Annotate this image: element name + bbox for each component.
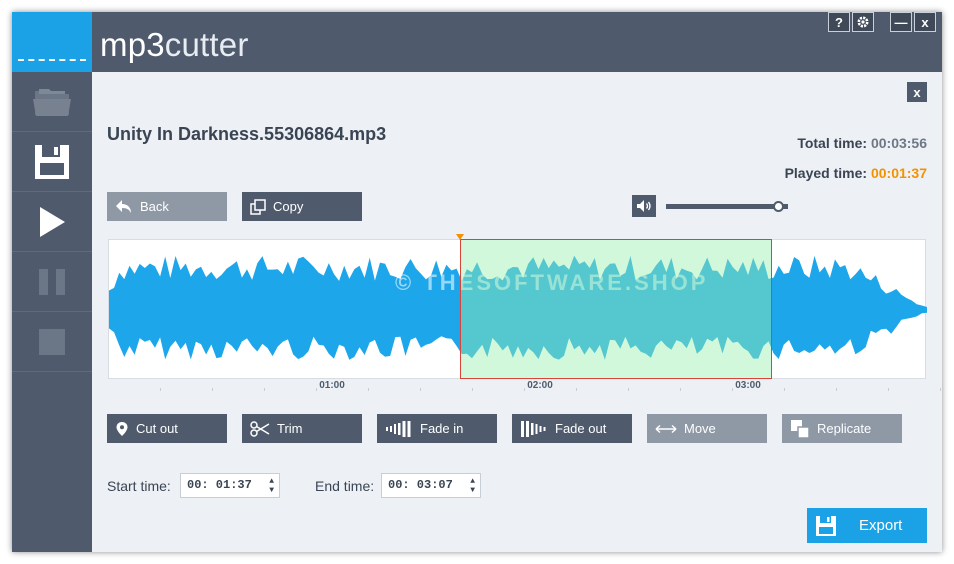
play-button[interactable] xyxy=(12,192,92,252)
time-ruler: 01:00 02:00 03:00 xyxy=(108,379,941,399)
ruler-tick xyxy=(628,388,629,391)
ruler-tick xyxy=(420,388,421,391)
fade-out-icon xyxy=(521,420,546,437)
cut-out-label: Cut out xyxy=(136,421,178,436)
move-button[interactable]: Move xyxy=(647,414,767,443)
help-icon: ? xyxy=(835,14,843,30)
location-pin-icon xyxy=(116,421,128,436)
end-time-label: End time: xyxy=(315,478,375,494)
fade-out-label: Fade out xyxy=(555,421,607,436)
ruler-tick xyxy=(940,388,941,391)
cut-out-button[interactable]: Cut out xyxy=(107,414,227,443)
trim-button[interactable]: Trim xyxy=(242,414,362,443)
folder-icon xyxy=(33,88,71,116)
logo-dash-line xyxy=(18,59,86,61)
ruler-tick xyxy=(836,388,837,391)
played-time-value: 00:01:37 xyxy=(870,165,927,181)
start-time-value: 00: 01:37 xyxy=(187,478,252,492)
start-time-label: Start time: xyxy=(107,478,171,494)
replicate-label: Replicate xyxy=(817,421,872,436)
end-time-field[interactable]: 00: 03:07 ▲ ▼ xyxy=(381,473,481,498)
fade-in-label: Fade in xyxy=(420,421,464,436)
stop-button[interactable] xyxy=(12,312,92,372)
fade-in-button[interactable]: Fade in xyxy=(377,414,497,443)
replicate-button[interactable]: Replicate xyxy=(782,414,902,443)
ruler-tick xyxy=(524,388,525,391)
minimize-button[interactable]: — xyxy=(890,12,912,32)
volume-slider[interactable] xyxy=(666,204,788,209)
ruler-tick xyxy=(888,388,889,391)
total-time-label: Total time: xyxy=(797,135,868,151)
help-button[interactable]: ? xyxy=(828,12,850,32)
fade-in-icon xyxy=(386,420,411,437)
start-time-spinner[interactable]: ▲ ▼ xyxy=(269,477,274,495)
copy-label: Copy xyxy=(273,199,304,214)
total-time-value: 00:03:56 xyxy=(870,135,927,151)
playhead-marker[interactable] xyxy=(456,234,465,240)
horizontal-arrows-icon xyxy=(655,424,677,433)
ruler-tick xyxy=(160,388,161,391)
ruler-tick xyxy=(576,388,577,391)
fade-out-button[interactable]: Fade out xyxy=(512,414,632,443)
copy-icon xyxy=(250,198,266,215)
end-time-value: 00: 03:07 xyxy=(388,478,453,492)
app-window: mp3cutter ? — x x Unity In Darkness.5530… xyxy=(12,12,942,552)
ruler-tick xyxy=(212,388,213,391)
speaker-icon xyxy=(637,200,651,212)
back-button[interactable]: Back xyxy=(107,192,227,221)
move-label: Move xyxy=(684,421,716,436)
back-label: Back xyxy=(140,199,169,214)
trim-label: Trim xyxy=(277,421,303,436)
end-time-spinner[interactable]: ▲ ▼ xyxy=(470,477,475,495)
play-icon xyxy=(40,206,65,237)
ruler-tick xyxy=(680,388,681,391)
stop-icon xyxy=(39,328,65,355)
ruler-tick xyxy=(732,388,733,391)
gear-icon xyxy=(857,16,869,28)
close-file-button[interactable]: x xyxy=(907,82,927,102)
pause-icon xyxy=(39,268,65,295)
close-file-icon: x xyxy=(913,84,921,100)
back-arrow-icon xyxy=(116,199,131,213)
sidebar xyxy=(12,12,92,552)
ruler-tick xyxy=(784,388,785,391)
volume-slider-handle[interactable] xyxy=(773,201,785,212)
start-time-field[interactable]: 00: 01:37 ▲ ▼ xyxy=(180,473,280,498)
ruler-label-3: 03:00 xyxy=(735,380,761,391)
ruler-tick xyxy=(472,388,473,391)
title-bar: mp3cutter ? — x xyxy=(92,12,942,72)
open-file-button[interactable] xyxy=(12,72,92,132)
save-icon xyxy=(35,144,69,179)
selection-region[interactable] xyxy=(460,239,773,379)
close-window-button[interactable]: x xyxy=(914,12,936,32)
app-logo xyxy=(12,12,92,72)
ruler-tick xyxy=(368,388,369,391)
save-button[interactable] xyxy=(12,132,92,192)
replicate-icon xyxy=(791,419,810,439)
export-button[interactable]: Export xyxy=(807,508,927,543)
app-title: mp3cutter xyxy=(100,26,249,63)
ruler-label-2: 02:00 xyxy=(527,380,553,391)
close-icon: x xyxy=(921,14,929,30)
played-time-label: Played time: xyxy=(784,165,868,181)
mute-button[interactable] xyxy=(632,195,656,217)
settings-button[interactable] xyxy=(852,12,874,32)
scissors-icon xyxy=(250,420,270,437)
ruler-label-1: 01:00 xyxy=(319,380,345,391)
pause-button[interactable] xyxy=(12,252,92,312)
copy-button[interactable]: Copy xyxy=(242,192,362,221)
file-name: Unity In Darkness.55306864.mp3 xyxy=(107,124,387,144)
total-time: Total time: 00:03:56 xyxy=(797,135,927,151)
ruler-tick xyxy=(264,388,265,391)
played-time: Played time: 00:01:37 xyxy=(785,165,927,181)
ruler-tick xyxy=(316,388,317,391)
save-icon xyxy=(816,515,836,536)
export-label: Export xyxy=(859,517,903,534)
minimize-icon: — xyxy=(894,14,908,30)
